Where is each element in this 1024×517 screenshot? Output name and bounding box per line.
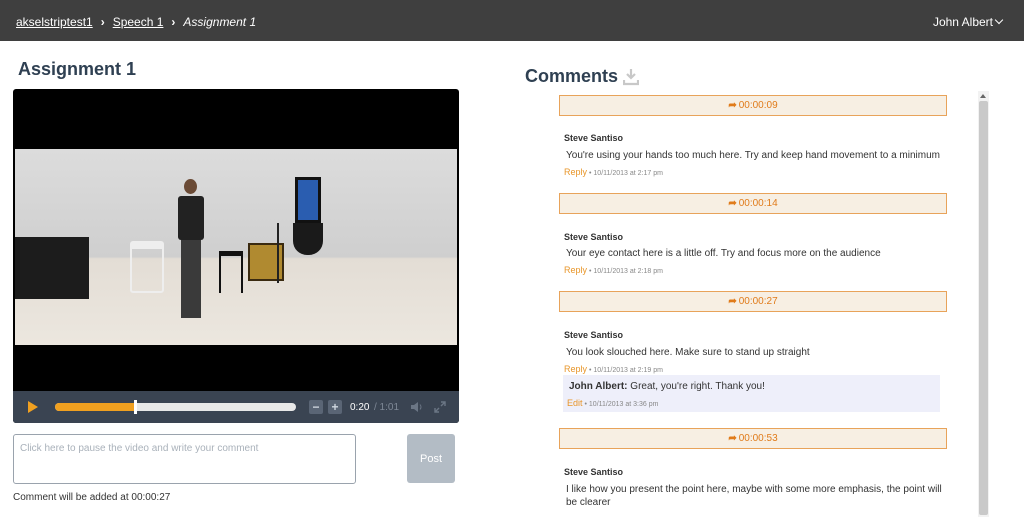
comment-text: You're using your hands too much here. T…: [566, 150, 940, 161]
video-screen: [295, 177, 321, 223]
scrollbar-thumb[interactable]: [979, 101, 988, 515]
post-button[interactable]: Post: [407, 434, 455, 483]
reply-date: • 10/11/2013 at 3:36 pm: [584, 401, 659, 408]
breadcrumb-current: Assignment 1: [183, 15, 257, 29]
scroll-up-arrow-icon[interactable]: [980, 94, 986, 98]
comment-reply: John Albert: Great, you're right. Thank …: [563, 375, 940, 412]
comment-timestamp-button[interactable]: ➦ 00:00:14: [559, 193, 947, 214]
comment-timestamp-button[interactable]: ➦ 00:00:53: [559, 428, 947, 449]
reply-meta: Edit • 10/11/2013 at 3:36 pm: [567, 398, 658, 408]
total-time: / 1:01: [374, 402, 400, 413]
share-arrow-icon: ➦: [728, 100, 737, 111]
reply-author: John Albert:: [569, 381, 628, 392]
speaker-icon[interactable]: [411, 402, 423, 412]
comments-title: Comments: [525, 66, 619, 86]
comment-author: Steve Santiso: [564, 467, 624, 477]
play-icon[interactable]: [28, 401, 38, 413]
breadcrumb-course-link[interactable]: akselstriptest1: [16, 15, 93, 29]
share-arrow-icon: ➦: [728, 296, 737, 307]
comment-date: • 10/11/2013 at 2:19 pm: [589, 367, 663, 374]
reply-link[interactable]: Reply: [564, 265, 587, 275]
breadcrumb: akselstriptest1 › Speech 1 › Assignment …: [16, 15, 256, 29]
comments-scrollbar[interactable]: [978, 91, 989, 517]
video-stool: [219, 251, 243, 293]
user-menu[interactable]: John Albert: [932, 15, 1004, 29]
reply-link[interactable]: Reply: [564, 364, 587, 374]
comment-input[interactable]: [13, 434, 356, 484]
comment-text: Your eye contact here is a little off. T…: [566, 248, 881, 259]
user-name: John Albert: [932, 15, 993, 29]
comment-author: Steve Santiso: [564, 330, 624, 340]
video-tripod: [277, 223, 279, 283]
video-speaker-legs: [181, 240, 201, 318]
comment-text: You look slouched here. Make sure to sta…: [566, 347, 810, 358]
breadcrumb-speech-link[interactable]: Speech 1: [113, 15, 164, 29]
comments-list: ➦ 00:00:09 Steve Santiso You're using you…: [557, 93, 949, 517]
comment-meta: Reply • 10/11/2013 at 2:18 pm: [564, 265, 663, 275]
comment-timestamp: 00:00:09: [738, 100, 778, 111]
comment-timestamp-button[interactable]: ➦ 00:00:09: [559, 95, 947, 116]
chevron-down-icon: [994, 15, 1004, 25]
comment-timestamp-button[interactable]: ➦ 00:00:27: [559, 291, 947, 312]
video-screen-stand: [293, 223, 323, 255]
seek-bar-fill: [55, 403, 135, 411]
video-speaker: [175, 179, 205, 319]
seek-bar[interactable]: [55, 400, 296, 414]
edit-link[interactable]: Edit: [567, 398, 583, 408]
player-controls: − + 0:20 / 1:01: [13, 391, 459, 423]
share-arrow-icon: ➦: [728, 198, 737, 209]
reply-text: Great, you're right. Thank you!: [630, 381, 765, 392]
volume-up-button[interactable]: +: [328, 400, 342, 414]
current-time: 0:20: [350, 402, 370, 413]
video-speaker-body: [178, 196, 204, 240]
volume-down-button[interactable]: −: [309, 400, 323, 414]
video-table: [15, 237, 89, 299]
chevron-right-icon: ›: [171, 15, 176, 29]
comment-timestamp: 00:00:27: [738, 296, 778, 307]
comment-author: Steve Santiso: [564, 232, 624, 242]
comment-meta: Reply • 10/11/2013 at 2:17 pm: [564, 167, 663, 177]
top-bar: akselstriptest1 › Speech 1 › Assignment …: [0, 0, 1024, 41]
comment-text: I like how you present the point here, m…: [566, 484, 942, 508]
comment-date: • 10/11/2013 at 2:17 pm: [589, 170, 663, 177]
comment-date: • 10/11/2013 at 2:18 pm: [589, 268, 663, 275]
reply-content: John Albert: Great, you're right. Thank …: [569, 381, 765, 392]
video-chair: [130, 241, 164, 293]
comment-timestamp: 00:00:14: [738, 198, 778, 209]
share-arrow-icon: ➦: [728, 433, 737, 444]
reply-link[interactable]: Reply: [564, 167, 587, 177]
video-player[interactable]: − + 0:20 / 1:01: [13, 89, 459, 423]
comment-timestamp-note: Comment will be added at 00:00:27: [13, 492, 171, 503]
comment-meta: Reply • 10/11/2013 at 2:19 pm: [564, 364, 663, 374]
fullscreen-icon[interactable]: [434, 401, 446, 413]
page-title: Assignment 1: [18, 59, 137, 79]
seek-bar-handle[interactable]: [133, 400, 137, 414]
download-icon[interactable]: [623, 68, 639, 86]
video-frame[interactable]: [15, 149, 457, 345]
comment-author: Steve Santiso: [564, 133, 624, 143]
comment-timestamp: 00:00:53: [738, 433, 778, 444]
chevron-right-icon: ›: [100, 15, 105, 29]
video-speaker-head: [184, 179, 197, 194]
